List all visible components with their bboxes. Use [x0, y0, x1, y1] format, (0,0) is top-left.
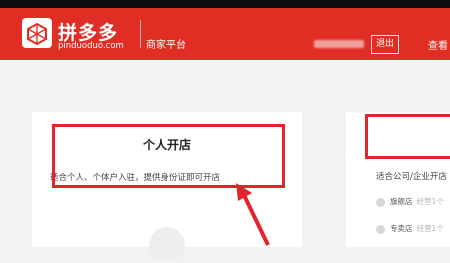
option-sub: 经营1个	[416, 197, 444, 206]
window-top-strip	[0, 0, 450, 8]
annotation-box-personal	[52, 124, 285, 188]
header-view-link[interactable]: 查看	[428, 37, 448, 52]
option-flagship[interactable]: 旗舰店 经营1个	[376, 196, 444, 207]
blurred-username	[314, 40, 364, 48]
portal-name: 商家平台	[146, 40, 186, 51]
option-specialty[interactable]: 专卖店 经营1个	[376, 223, 444, 234]
option-label: 旗舰店	[390, 197, 413, 206]
pinduoduo-logo-icon[interactable]	[22, 18, 52, 48]
radio-icon[interactable]	[376, 197, 385, 207]
enterprise-shop-description: 适合公司/企业开店	[376, 172, 447, 182]
person-illustration-icon	[137, 219, 197, 263]
annotation-box-enterprise	[365, 114, 450, 159]
radio-icon[interactable]	[376, 224, 385, 234]
brand-domain: pinduoduo.com	[58, 41, 124, 51]
logout-button[interactable]: 退出	[371, 35, 400, 54]
option-label: 专卖店	[390, 224, 413, 233]
top-header: 拼多多 pinduoduo.com 商家平台 退出 查看	[0, 8, 450, 60]
option-sub: 经营1个	[416, 224, 444, 233]
header-divider	[140, 20, 141, 48]
annotation-arrow-icon	[236, 183, 270, 246]
